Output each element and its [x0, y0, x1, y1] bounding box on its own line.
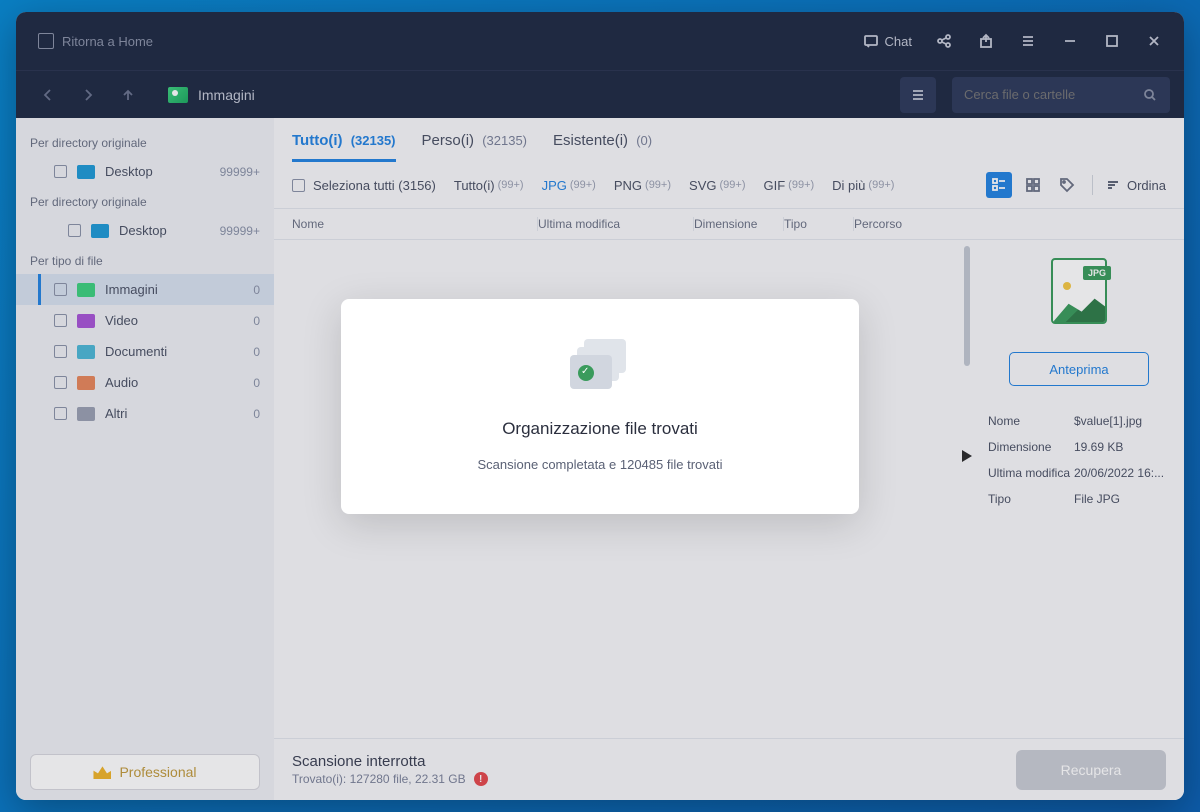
app-window: Ritorna a Home Chat Immagini [16, 12, 1184, 800]
modal-backdrop: Organizzazione file trovati Scansione co… [16, 12, 1184, 800]
modal-subtitle: Scansione completata e 120485 file trova… [371, 457, 829, 472]
modal-title: Organizzazione file trovati [371, 419, 829, 439]
modal-dialog: Organizzazione file trovati Scansione co… [341, 299, 859, 514]
folders-icon [570, 339, 630, 395]
